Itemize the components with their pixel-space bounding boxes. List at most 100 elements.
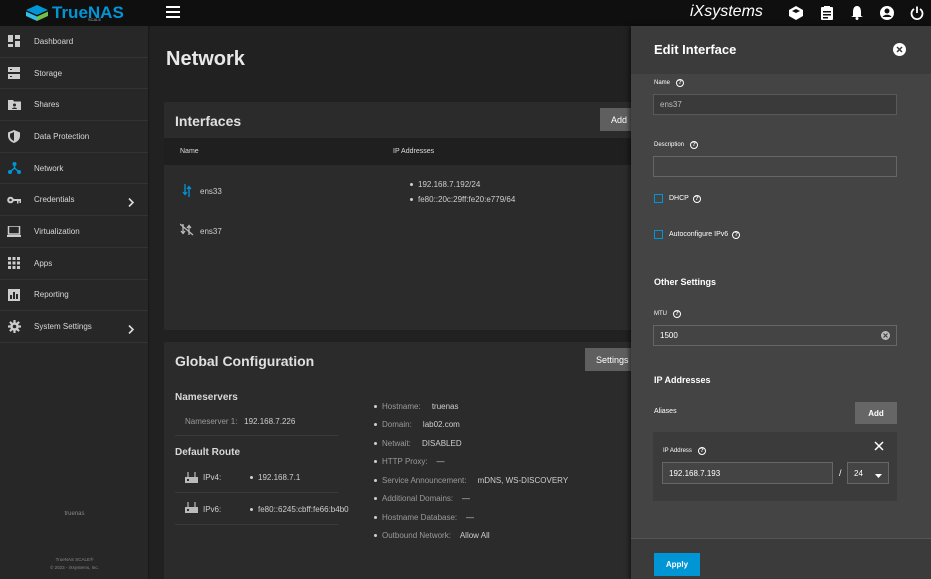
- interface-name: ens33: [200, 187, 222, 196]
- name-field[interactable]: ens37: [653, 94, 897, 115]
- interfaces-title: Interfaces: [175, 113, 242, 129]
- sidebar-item-label: System Settings: [34, 322, 92, 332]
- sidebar-item-label: Apps: [34, 258, 53, 268]
- interfaces-table-header: Name IP Addresses: [164, 138, 644, 165]
- sidebar-item-label: Shares: [34, 100, 60, 110]
- remove-alias-icon[interactable]: [874, 438, 884, 456]
- sidebar-item-virtualization[interactable]: Virtualization: [0, 216, 148, 248]
- ipv4-value: 192.168.7.1: [250, 473, 300, 482]
- default-route-heading: Default Route: [175, 447, 240, 458]
- sidebar-item-label: Network: [34, 163, 64, 173]
- alias-ip-field[interactable]: 192.168.7.193: [662, 462, 833, 484]
- interfaces-card: Interfaces Add Name IP Addresses ens33 1…: [164, 102, 644, 330]
- panel-footer: Apply: [631, 538, 931, 579]
- truecommand-icon[interactable]: [787, 4, 805, 22]
- sidebar-item-label: Data Protection: [34, 131, 90, 141]
- service-announcement-row: Service Announcement: mDNS, WS-DISCOVERY: [374, 476, 568, 485]
- alias-ip-label: IP Address?: [663, 447, 706, 455]
- mtu-label: MTU?: [654, 310, 681, 318]
- nameservers-heading: Nameservers: [175, 392, 238, 403]
- netwait-row: Netwait: DISABLED: [374, 439, 462, 448]
- help-icon[interactable]: ?: [690, 141, 699, 149]
- router-icon: [185, 502, 198, 515]
- sidebar-item-data-protection[interactable]: Data Protection: [0, 121, 148, 153]
- key-icon: [7, 193, 21, 207]
- divider: [175, 435, 338, 436]
- laptop-icon: [7, 224, 21, 238]
- hostname-row: Hostname: truenas: [374, 402, 459, 411]
- sidebar-item-apps[interactable]: Apps: [0, 248, 148, 280]
- mtu-field[interactable]: 1500: [653, 325, 897, 346]
- sidebar-item-dashboard[interactable]: Dashboard: [0, 26, 148, 58]
- add-alias-button[interactable]: Add: [855, 402, 897, 424]
- ip-addresses-heading: IP Addresses: [654, 375, 711, 385]
- other-settings-heading: Other Settings: [654, 277, 717, 287]
- storage-icon: [7, 66, 21, 80]
- outbound-network-row: Outbound Network: Allow All: [374, 531, 490, 540]
- mtu-value: 1500: [660, 331, 678, 340]
- chevron-right-icon: [128, 321, 135, 339]
- sidebar-item-label: Virtualization: [34, 226, 80, 236]
- close-icon[interactable]: [893, 43, 906, 56]
- interface-name: ens37: [200, 227, 222, 236]
- truenas-logo-icon: [26, 5, 48, 21]
- sidebar-item-credentials[interactable]: Credentials: [0, 184, 148, 217]
- column-header-ip: IP Addresses: [393, 148, 435, 155]
- clear-icon[interactable]: [881, 331, 890, 340]
- sidebar-item-label: Credentials: [34, 195, 75, 205]
- power-icon[interactable]: [908, 4, 926, 22]
- column-header-name: Name: [180, 148, 199, 155]
- ipv6-value: fe80::6245:cbff:fe66:b4b0: [250, 505, 349, 514]
- dhcp-checkbox[interactable]: DHCP?: [654, 194, 701, 203]
- link-up-icon: [182, 184, 192, 199]
- ip-address: 192.168.7.192/24: [410, 180, 480, 189]
- chevron-right-icon: [128, 194, 135, 212]
- global-configuration-card: Global Configuration Settings Nameserver…: [164, 342, 644, 579]
- panel-header: Edit Interface: [631, 26, 931, 74]
- router-icon: [185, 472, 198, 485]
- network-icon: [7, 161, 21, 175]
- shield-icon: [7, 129, 21, 143]
- panel-title: Edit Interface: [654, 42, 737, 57]
- name-label: Name?: [654, 79, 685, 87]
- checkbox-icon: [654, 194, 663, 203]
- autoconfigure-ipv6-checkbox[interactable]: Autoconfigure IPv6?: [654, 230, 741, 239]
- description-label: Description?: [654, 141, 699, 149]
- ipv6-label: IPv6:: [203, 505, 222, 514]
- help-icon[interactable]: ?: [676, 79, 685, 87]
- alias-entry: IP Address? 192.168.7.193 / 24: [653, 432, 897, 501]
- chart-icon: [7, 288, 21, 302]
- help-icon[interactable]: ?: [673, 310, 681, 318]
- sidebar-item-label: Dashboard: [34, 36, 74, 46]
- description-field[interactable]: [653, 156, 897, 177]
- apps-grid-icon: [7, 256, 21, 270]
- divider: [175, 492, 338, 493]
- divider: [175, 524, 338, 525]
- account-icon[interactable]: [878, 4, 896, 22]
- help-icon[interactable]: ?: [692, 194, 701, 203]
- ixsystems-logo[interactable]: iXsystems: [690, 3, 763, 21]
- ip-address: fe80::20c:29ff:fe20:e779/64: [410, 195, 515, 204]
- sidebar-item-reporting[interactable]: Reporting: [0, 280, 148, 312]
- apply-button[interactable]: Apply: [654, 553, 700, 576]
- top-bar: TrueNAS SCALE iXsystems: [0, 0, 931, 26]
- alias-separator: /: [839, 468, 842, 478]
- footer-hostname: truenas: [64, 511, 85, 517]
- notifications-bell-icon[interactable]: [848, 4, 866, 22]
- sidebar-item-system-settings[interactable]: System Settings: [0, 311, 148, 343]
- help-icon[interactable]: ?: [732, 230, 741, 239]
- vendor-logo-text: iXsystems: [690, 3, 763, 20]
- sidebar-item-network[interactable]: Network: [0, 153, 148, 185]
- hostname-database-row: Hostname Database: —: [374, 513, 474, 522]
- aliases-label: Aliases: [654, 408, 677, 415]
- task-manager-icon[interactable]: [818, 4, 836, 22]
- alias-netmask-select[interactable]: 24: [847, 462, 889, 484]
- sidebar-item-label: Storage: [34, 68, 63, 78]
- sidebar-item-shares[interactable]: Shares: [0, 89, 148, 122]
- help-icon[interactable]: ?: [697, 447, 706, 455]
- menu-toggle-icon[interactable]: [166, 6, 180, 20]
- checkbox-icon: [654, 230, 663, 239]
- panel-body: Name? ens37 Description? DHCP? Autoconfi…: [631, 74, 931, 538]
- sidebar-item-storage[interactable]: Storage: [0, 58, 148, 90]
- truenas-logo[interactable]: TrueNAS SCALE: [26, 2, 126, 24]
